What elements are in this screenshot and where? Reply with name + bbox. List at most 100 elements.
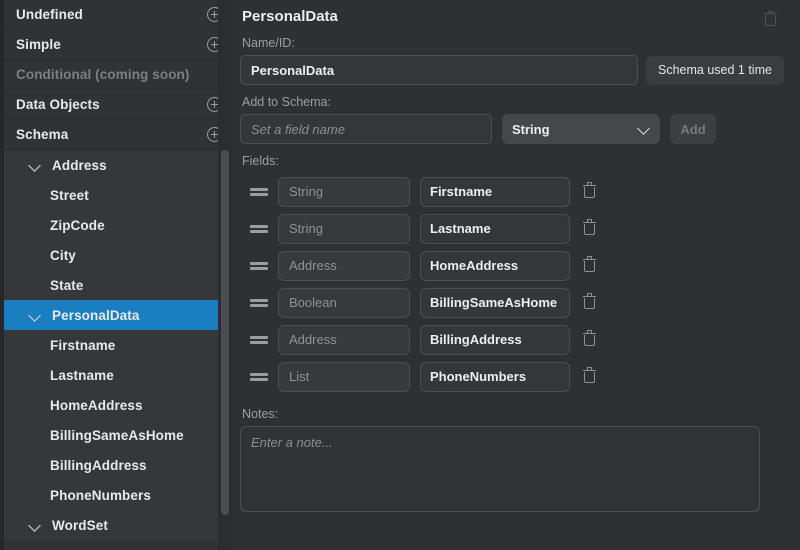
field-row: String Firstname [240,173,800,210]
field-name-input[interactable] [240,114,492,144]
sidebar-group-schema[interactable]: Schema [4,120,232,150]
sidebar-item-address[interactable]: Address [4,150,232,180]
trash-icon [583,182,596,199]
drag-handle-icon[interactable] [250,223,268,235]
delete-field-button[interactable] [578,217,602,241]
field-type-value[interactable]: List [278,361,410,392]
field-type-value[interactable]: Address [278,250,410,281]
notes-textarea[interactable] [240,426,760,512]
name-id-row: Schema used 1 time [240,55,800,85]
sidebar-group-simple[interactable]: Simple [4,30,232,60]
field-type-selected-value: String [512,121,550,137]
detail-panel: PersonalData Name/ID: Schema used 1 time… [232,0,800,550]
sidebar-item-label: PhoneNumbers [50,487,151,503]
chevron-down-icon[interactable] [28,518,42,532]
sidebar-group-conditional-coming-soon: Conditional (coming soon) [4,60,232,90]
sidebar-item-billingsameashome[interactable]: BillingSameAsHome [4,420,232,450]
chevron-down-icon [637,122,650,135]
sidebar-item-street[interactable]: Street [4,180,232,210]
sidebar-item-label: BillingAddress [50,457,147,473]
sidebar-scroll-area: Undefined Simple Conditional (coming soon)… [4,0,232,550]
field-row: String Lastname [240,210,800,247]
sidebar-group-label: Data Objects [16,97,100,112]
name-id-input[interactable] [240,55,638,85]
sidebar-item-label: PersonalData [52,307,140,323]
chevron-down-icon[interactable] [28,308,42,322]
delete-field-button[interactable] [578,291,602,315]
trash-icon [583,330,596,347]
sidebar: Undefined Simple Conditional (coming soon)… [0,0,232,550]
delete-schema-button[interactable] [760,8,782,32]
sidebar-item-lastname[interactable]: Lastname [4,360,232,390]
drag-handle-icon[interactable] [250,186,268,198]
sidebar-item-label: ZipCode [50,217,105,233]
drag-handle-icon[interactable] [250,334,268,346]
sidebar-item-label: BillingSameAsHome [50,427,184,443]
field-type-select[interactable]: String [502,114,660,144]
sidebar-item-billingaddress[interactable]: BillingAddress [4,450,232,480]
sidebar-item-personaldata[interactable]: PersonalData [4,300,232,330]
drag-handle-icon[interactable] [250,260,268,272]
field-name-value[interactable]: Lastname [420,213,570,244]
chevron-down-icon[interactable] [28,158,42,172]
fields-list: String Firstname String Lastname Address Home… [240,173,800,395]
add-to-schema-label: Add to Schema: [242,95,331,109]
trash-icon [583,367,596,384]
delete-field-button[interactable] [578,254,602,278]
sidebar-item-label: WordSet [52,517,108,533]
sidebar-item-label: Firstname [50,337,116,353]
schema-usage-badge: Schema used 1 time [646,55,784,85]
trash-icon [583,256,596,273]
sidebar-item-state[interactable]: State [4,270,232,300]
trash-icon [583,219,596,236]
name-id-label: Name/ID: [242,36,295,50]
trash-icon [583,293,596,310]
sidebar-group-label: Undefined [16,7,83,22]
app-root: Undefined Simple Conditional (coming soon)… [0,0,800,550]
sidebar-item-label: Address [52,157,107,173]
field-type-value[interactable]: String [278,213,410,244]
add-field-button[interactable]: Add [670,114,716,144]
sidebar-item-label: Lastname [50,367,114,383]
page-title: PersonalData [242,8,338,25]
field-name-value[interactable]: BillingAddress [420,324,570,355]
field-type-value[interactable]: Address [278,324,410,355]
sidebar-group-undefined[interactable]: Undefined [4,0,232,30]
field-row: List PhoneNumbers [240,358,800,395]
sidebar-group-label: Schema [16,127,69,142]
field-name-value[interactable]: Firstname [420,176,570,207]
panel-header: PersonalData [240,8,800,32]
sidebar-item-wordset[interactable]: WordSet [4,510,232,540]
drag-handle-icon[interactable] [250,297,268,309]
sidebar-item-label: State [50,277,84,293]
field-name-value[interactable]: BillingSameAsHome [420,287,570,318]
field-row: Boolean BillingSameAsHome [240,284,800,321]
sidebar-item-label: City [50,247,76,263]
delete-field-button[interactable] [578,180,602,204]
sidebar-item-label: Street [50,187,89,203]
sidebar-scrollbar-thumb[interactable] [221,150,229,515]
sidebar-scrollbar-track[interactable] [218,0,232,550]
sidebar-group-data-objects[interactable]: Data Objects [4,90,232,120]
sidebar-group-label: Simple [16,37,61,52]
fields-label: Fields: [242,154,279,168]
field-name-value[interactable]: PhoneNumbers [420,361,570,392]
field-name-value[interactable]: HomeAddress [420,250,570,281]
sidebar-group-label: Conditional (coming soon) [16,67,190,82]
notes-label: Notes: [242,407,279,421]
add-to-schema-row: String Add [240,114,800,144]
sidebar-item-homeaddress[interactable]: HomeAddress [4,390,232,420]
sidebar-item-phonenumbers[interactable]: PhoneNumbers [4,480,232,510]
trash-icon [764,10,777,27]
field-type-value[interactable]: String [278,176,410,207]
field-row: Address BillingAddress [240,321,800,358]
delete-field-button[interactable] [578,328,602,352]
delete-field-button[interactable] [578,365,602,389]
field-type-value[interactable]: Boolean [278,287,410,318]
field-row: Address HomeAddress [240,247,800,284]
sidebar-item-firstname[interactable]: Firstname [4,330,232,360]
sidebar-item-zipcode[interactable]: ZipCode [4,210,232,240]
sidebar-item-city[interactable]: City [4,240,232,270]
drag-handle-icon[interactable] [250,371,268,383]
sidebar-item-label: HomeAddress [50,397,143,413]
